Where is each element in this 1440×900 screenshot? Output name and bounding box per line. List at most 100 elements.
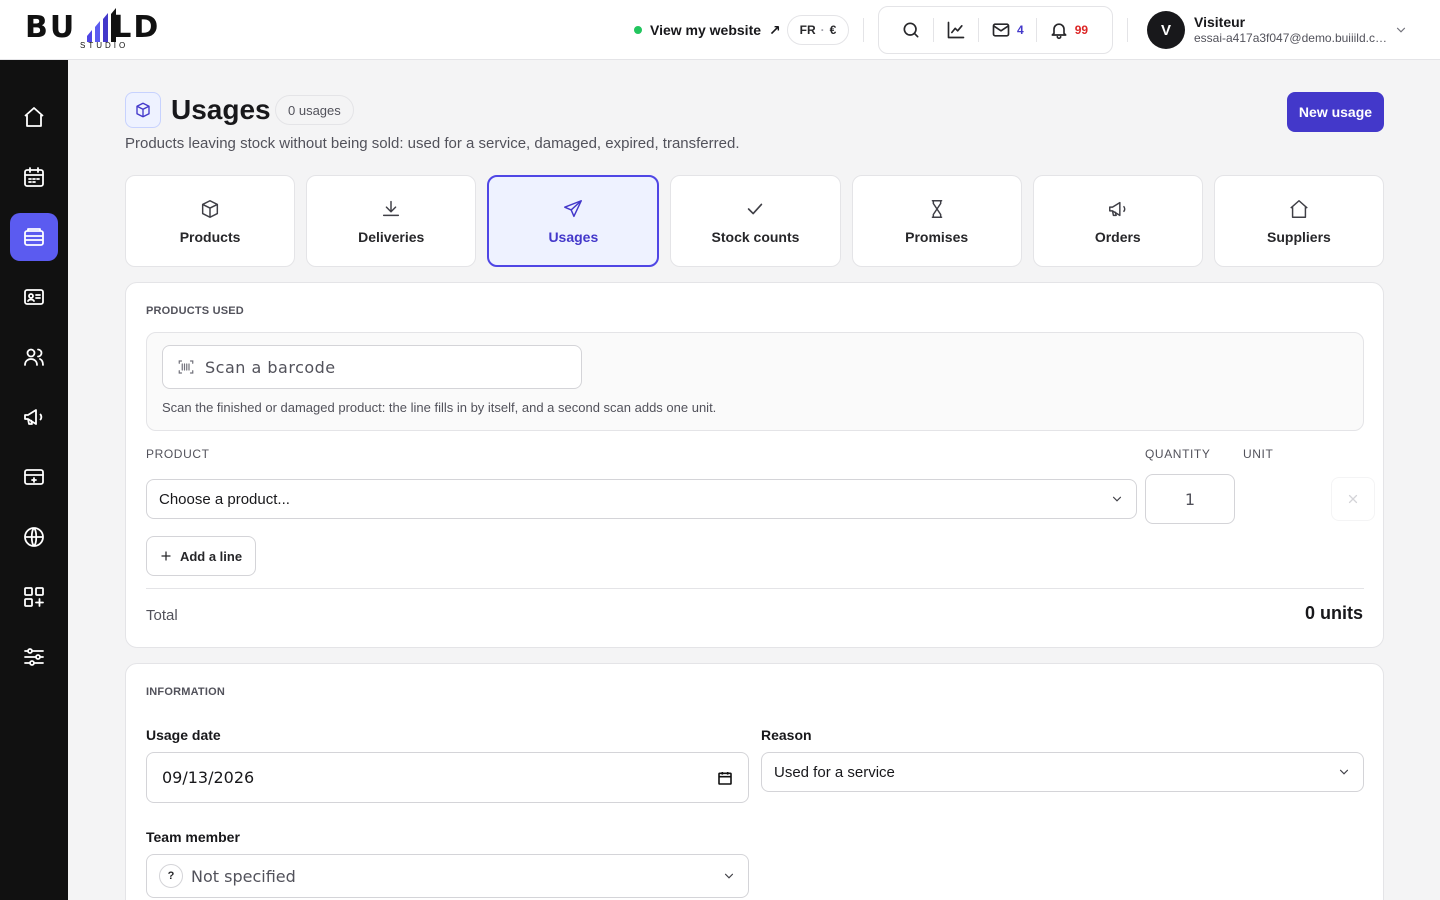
box-icon xyxy=(201,199,219,218)
sidebar xyxy=(0,60,68,900)
inventory-icon xyxy=(24,228,44,246)
logo-text-left: BU xyxy=(25,10,77,45)
tab-orders[interactable]: Orders xyxy=(1032,175,1203,267)
close-icon xyxy=(1348,494,1358,504)
team-member-select[interactable]: ? Not specified xyxy=(146,854,749,898)
tab-label: Suppliers xyxy=(1267,228,1331,245)
chevron-down-icon xyxy=(724,873,734,879)
tab-label: Stock counts xyxy=(711,228,800,245)
tab-suppliers[interactable]: Suppliers xyxy=(1213,175,1384,267)
barcode-placeholder: Scan a barcode xyxy=(205,357,336,377)
products-used-card: PRODUCTS USED Scan a barcode Scan the fi… xyxy=(125,282,1384,648)
usage-date-input[interactable]: 09/13/2026 xyxy=(146,752,749,803)
header-divider xyxy=(863,18,864,42)
language-currency-switcher[interactable]: FR · € xyxy=(787,15,849,45)
page-title: Usages xyxy=(171,94,271,125)
tab-usages[interactable]: Usages xyxy=(487,175,660,267)
external-link-icon: ↗ xyxy=(769,21,781,38)
megaphone-icon xyxy=(24,409,43,425)
tab-promises[interactable]: Promises xyxy=(851,175,1022,267)
search-icon xyxy=(903,22,919,38)
tab-label: Orders xyxy=(1094,228,1141,245)
scan-help-text: Scan the finished or damaged product: th… xyxy=(162,400,717,415)
barcode-icon xyxy=(178,360,194,374)
page-description: Products leaving stock without being sol… xyxy=(125,135,740,152)
section-title: PRODUCTS USED xyxy=(146,305,244,317)
column-header-product: PRODUCT xyxy=(146,447,210,461)
chevron-down-icon xyxy=(1339,769,1349,775)
home-icon xyxy=(24,107,44,127)
sidebar-item-calendar[interactable] xyxy=(10,153,58,201)
product-select-value: Choose a product... xyxy=(159,490,290,508)
divider xyxy=(146,588,1364,589)
online-status-dot xyxy=(634,26,642,34)
globe-icon xyxy=(24,527,44,547)
check-icon xyxy=(748,203,763,214)
sliders-icon xyxy=(24,648,44,666)
tab-label: Usages xyxy=(548,228,599,245)
add-line-label: Add a line xyxy=(179,548,243,564)
remove-line-button[interactable] xyxy=(1331,477,1375,521)
currency-symbol: € xyxy=(829,23,837,37)
sidebar-item-home[interactable] xyxy=(10,93,58,141)
new-usage-button[interactable]: New usage xyxy=(1287,92,1384,132)
plus-icon xyxy=(161,551,171,561)
column-header-unit: UNIT xyxy=(1243,447,1274,461)
header-divider xyxy=(1127,18,1128,42)
calendar-icon xyxy=(24,167,44,187)
mail-icon xyxy=(992,23,1010,37)
sidebar-item-settings[interactable] xyxy=(10,633,58,681)
brand-logo[interactable]: BU LD STUDIO xyxy=(25,8,185,52)
total-label: Total xyxy=(146,607,178,624)
users-icon xyxy=(24,348,44,366)
column-header-quantity: QUANTITY xyxy=(1145,447,1211,461)
language-separator: · xyxy=(820,23,825,37)
send-icon xyxy=(564,199,583,217)
sidebar-item-website[interactable] xyxy=(10,513,58,561)
chart-line-icon xyxy=(947,21,965,39)
calendar-picker-icon[interactable] xyxy=(717,770,733,786)
main-content: Usages 0 usages Products leaving stock w… xyxy=(68,60,1440,900)
sidebar-item-contacts[interactable] xyxy=(10,273,58,321)
team-member-value: Not specified xyxy=(191,866,296,886)
notifications-button[interactable]: 99 xyxy=(1035,18,1100,42)
download-icon xyxy=(383,200,400,216)
analytics-button[interactable] xyxy=(933,18,978,42)
add-line-button[interactable]: Add a line xyxy=(146,536,256,576)
apps-icon xyxy=(24,587,44,607)
team-member-label: Team member xyxy=(146,829,240,845)
barcode-input[interactable]: Scan a barcode xyxy=(162,345,582,389)
chevron-down-icon[interactable] xyxy=(1394,23,1408,37)
user-avatar[interactable]: V xyxy=(1147,11,1185,49)
bell-icon xyxy=(1051,23,1067,40)
messages-button[interactable]: 4 xyxy=(978,18,1036,42)
mail-count-badge: 4 xyxy=(1017,23,1024,37)
megaphone-icon xyxy=(1108,201,1126,216)
sidebar-item-clients[interactable] xyxy=(10,333,58,381)
sidebar-item-inventory[interactable] xyxy=(10,213,58,261)
sidebar-item-apps[interactable] xyxy=(10,573,58,621)
tab-products[interactable]: Products xyxy=(125,175,296,267)
user-name[interactable]: Visiteur xyxy=(1194,14,1245,30)
hourglass-icon xyxy=(931,199,942,218)
quantity-input[interactable]: 1 xyxy=(1145,474,1235,524)
section-title: INFORMATION xyxy=(146,686,225,698)
language-code: FR xyxy=(799,23,816,37)
sidebar-item-payments[interactable] xyxy=(10,453,58,501)
reason-select-value: Used for a service xyxy=(774,763,895,781)
usage-date-label: Usage date xyxy=(146,727,221,743)
view-website-link[interactable]: View my website ↗ xyxy=(634,19,781,41)
tab-deliveries[interactable]: Deliveries xyxy=(306,175,477,267)
reason-select[interactable]: Used for a service xyxy=(761,752,1364,792)
product-select[interactable]: Choose a product... xyxy=(146,479,1137,519)
tab-stock-counts[interactable]: Stock counts xyxy=(670,175,841,267)
sidebar-item-marketing[interactable] xyxy=(10,393,58,441)
view-website-label: View my website xyxy=(650,22,762,38)
tab-label: Promises xyxy=(905,228,969,245)
reason-label: Reason xyxy=(761,727,812,743)
information-card: INFORMATION Usage date 09/13/2026 Reason… xyxy=(125,663,1384,900)
logo-subtitle: STUDIO xyxy=(80,41,129,50)
tab-label: Products xyxy=(179,228,241,245)
search-button[interactable] xyxy=(889,18,933,42)
box-icon xyxy=(136,102,150,118)
